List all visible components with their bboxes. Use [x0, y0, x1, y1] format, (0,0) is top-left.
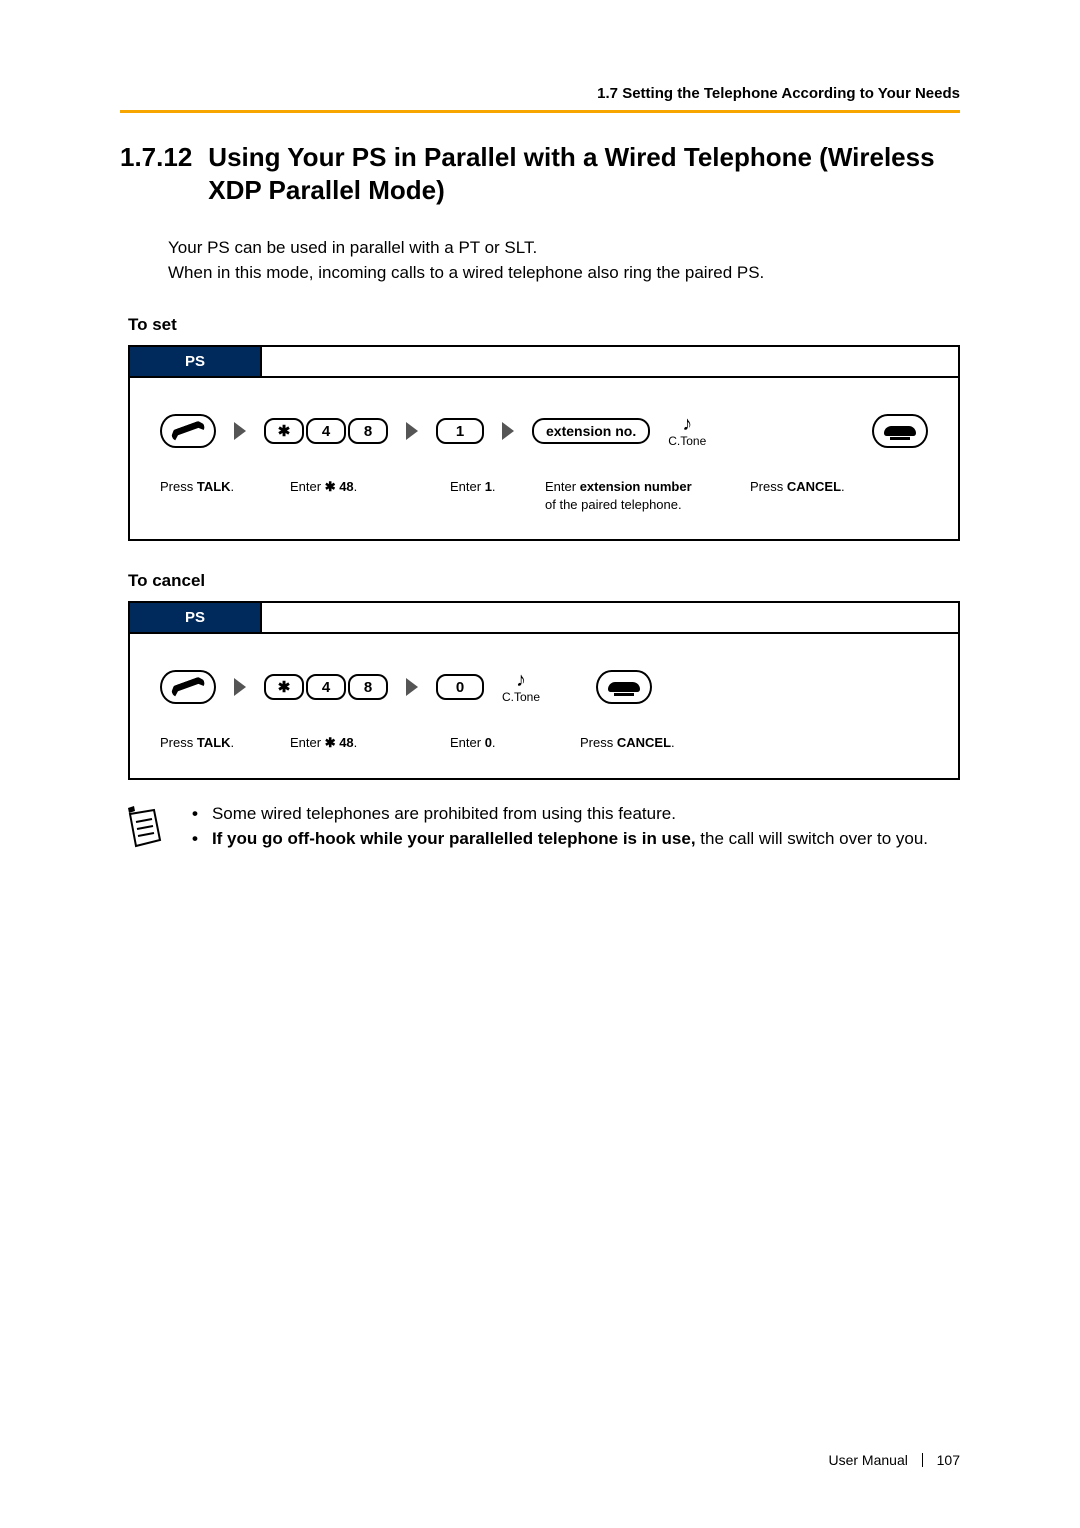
t: 1 — [485, 479, 492, 494]
tab-filler — [262, 347, 958, 378]
step-label-cancel: Press CANCEL. — [580, 734, 675, 752]
t: Press — [160, 479, 197, 494]
key-group-star48: ✱ 4 8 — [264, 674, 388, 700]
procedure-box-set: PS ✱ 4 8 1 extension no. ♪ — [128, 345, 960, 541]
t: . — [231, 479, 235, 494]
tab-filler — [262, 603, 958, 634]
t: If you go off-hook while your parallelle… — [212, 829, 696, 848]
t: . — [492, 479, 496, 494]
section-heading: Using Your PS in Parallel with a Wired T… — [208, 141, 960, 206]
footer-separator — [922, 1453, 923, 1467]
t: Enter — [545, 479, 580, 494]
step-label-talk: Press TALK. — [160, 734, 290, 752]
intro-paragraph: Your PS can be used in parallel with a P… — [168, 236, 960, 285]
cancel-icon — [872, 414, 928, 448]
t: of the paired telephone. — [545, 497, 682, 512]
step-label-code: Enter ✱ 48. — [290, 478, 450, 513]
subhead-to-set: To set — [128, 315, 960, 335]
t: TALK — [197, 735, 231, 750]
t: Enter — [290, 479, 325, 494]
t: . — [354, 735, 358, 750]
note-item: Some wired telephones are prohibited fro… — [192, 802, 960, 827]
key-group-0: 0 — [436, 674, 484, 700]
key-1: 1 — [436, 418, 484, 444]
arrow-icon — [406, 422, 418, 440]
step-label-0: Enter 0. — [450, 734, 580, 752]
intro-line: Your PS can be used in parallel with a P… — [168, 236, 960, 261]
t: Press — [160, 735, 197, 750]
t: ✱ 48 — [325, 479, 354, 494]
key-0: 0 — [436, 674, 484, 700]
talk-icon — [160, 414, 216, 448]
intro-line: When in this mode, incoming calls to a w… — [168, 261, 960, 286]
arrow-icon — [234, 678, 246, 696]
ctone-icon: ♪ — [682, 414, 692, 434]
step-label-1: Enter 1. — [450, 478, 545, 513]
arrow-icon — [234, 422, 246, 440]
t: . — [671, 735, 675, 750]
running-header: 1.7 Setting the Telephone According to Y… — [120, 85, 960, 113]
key-4: 4 — [306, 418, 346, 444]
ctone-label: C.Tone — [502, 690, 540, 704]
document-page: 1.7 Setting the Telephone According to Y… — [0, 0, 1080, 1528]
t: 0 — [485, 735, 492, 750]
key-8: 8 — [348, 418, 388, 444]
t: . — [231, 735, 235, 750]
arrow-icon — [406, 678, 418, 696]
t: extension number — [580, 479, 692, 494]
note-item: If you go off-hook while your parallelle… — [192, 827, 960, 852]
t: ✱ 48 — [325, 735, 354, 750]
step-label-talk: Press TALK. — [160, 478, 290, 513]
ctone-label: C.Tone — [668, 434, 706, 448]
device-tab-ps: PS — [130, 347, 262, 378]
notes: Some wired telephones are prohibited fro… — [120, 802, 960, 855]
t: Enter — [290, 735, 325, 750]
footer-label: User Manual — [828, 1452, 907, 1468]
key-star: ✱ — [264, 674, 304, 700]
ctone-icon: ♪ — [516, 670, 526, 690]
section-number: 1.7.12 — [120, 141, 192, 206]
t: Enter — [450, 479, 485, 494]
t: . — [354, 479, 358, 494]
key-group-1: 1 — [436, 418, 484, 444]
key-4: 4 — [306, 674, 346, 700]
t: Enter — [450, 735, 485, 750]
page-number: 107 — [937, 1452, 960, 1468]
t: . — [841, 479, 845, 494]
t: CANCEL — [787, 479, 841, 494]
procedure-box-cancel: PS ✱ 4 8 0 ♪ C.Tone — [128, 601, 960, 780]
page-footer: User Manual 107 — [120, 1432, 960, 1468]
arrow-icon — [502, 422, 514, 440]
device-tab-ps: PS — [130, 603, 262, 634]
key-8: 8 — [348, 674, 388, 700]
key-group-star48: ✱ 4 8 — [264, 418, 388, 444]
key-star: ✱ — [264, 418, 304, 444]
cancel-icon — [596, 670, 652, 704]
subhead-to-cancel: To cancel — [128, 571, 960, 591]
section-title: 1.7.12 Using Your PS in Parallel with a … — [120, 141, 960, 206]
ctone: ♪ C.Tone — [502, 670, 540, 704]
step-label-code: Enter ✱ 48. — [290, 734, 450, 752]
t: Press — [750, 479, 787, 494]
t: . — [492, 735, 496, 750]
extension-no-bubble: extension no. — [532, 418, 650, 444]
t: Some wired telephones are prohibited fro… — [212, 802, 676, 827]
step-label-ext: Enter extension number of the paired tel… — [545, 478, 750, 513]
step-label-cancel: Press CANCEL. — [750, 478, 928, 513]
t: TALK — [197, 479, 231, 494]
ctone: ♪ C.Tone — [668, 414, 706, 448]
t: CANCEL — [617, 735, 671, 750]
notepad-icon — [120, 802, 168, 855]
talk-icon — [160, 670, 216, 704]
t: Press — [580, 735, 617, 750]
t: the call will switch over to you. — [696, 829, 928, 848]
